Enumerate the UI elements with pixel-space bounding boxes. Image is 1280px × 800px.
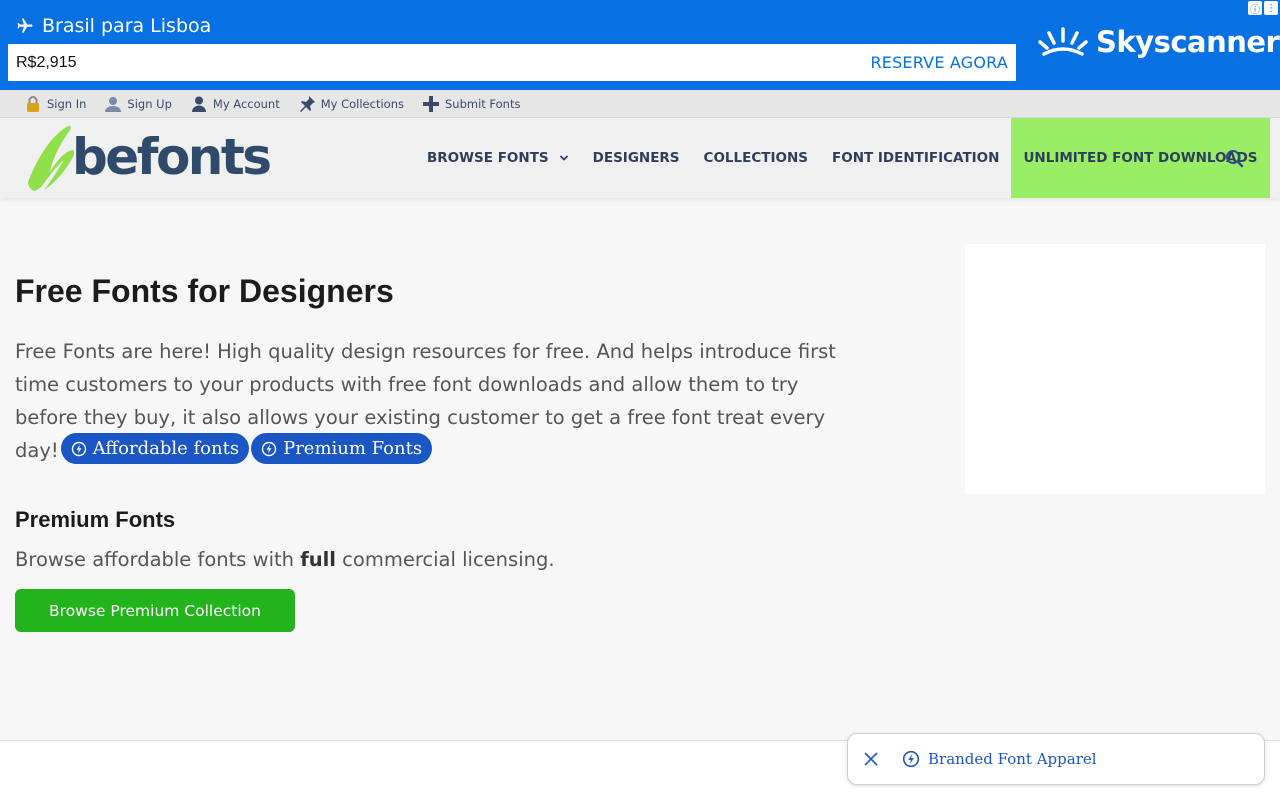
browse-premium-button[interactable]: Browse Premium Collection: [15, 589, 295, 632]
premium-fonts-label: Premium Fonts: [283, 438, 423, 459]
nav-designers[interactable]: DESIGNERS: [581, 118, 692, 198]
intro-paragraph: Free Fonts are here! High quality design…: [15, 335, 845, 467]
plus-icon: [422, 95, 439, 112]
section-text-bold: full: [300, 548, 336, 571]
my-collections-label: My Collections: [320, 96, 404, 111]
chevron-down-icon: [559, 155, 568, 161]
pin-icon: [299, 95, 315, 112]
my-account-link[interactable]: My Account: [190, 95, 280, 113]
sign-up-link[interactable]: Sign Up: [104, 95, 172, 113]
user-icon: [191, 96, 206, 112]
ad-title[interactable]: Brasil para Lisboa: [16, 13, 211, 39]
account-bar: Sign In Sign Up My Account My Collection…: [0, 90, 1280, 118]
search-icon[interactable]: [1222, 146, 1248, 172]
bolt-circle-icon: [902, 750, 920, 768]
nav-browse-fonts[interactable]: BROWSE FONTS: [415, 118, 581, 198]
sidebar-ad-slot: [965, 244, 1265, 494]
plane-icon: [17, 18, 33, 33]
sunrise-icon: [1038, 27, 1088, 56]
section-text-before: Browse affordable fonts with: [15, 548, 301, 571]
section-title: Premium Fonts: [15, 507, 176, 532]
ad-brand-logo[interactable]: Skyscanner: [1038, 24, 1280, 60]
submit-fonts-link[interactable]: Submit Fonts: [422, 95, 520, 113]
ad-title-text: Brasil para Lisboa: [42, 15, 212, 37]
ad-banner[interactable]: Brasil para Lisboa R$2,915 RESERVE AGORA…: [0, 0, 1280, 90]
my-account-label: My Account: [212, 96, 280, 111]
ad-offer-box[interactable]: R$2,915 RESERVE AGORA: [8, 44, 1016, 81]
logo-text: befonts: [72, 128, 272, 186]
branded-apparel-toast[interactable]: Branded Font Apparel: [847, 733, 1265, 785]
nav-font-identification[interactable]: FONT IDENTIFICATION: [820, 118, 1011, 198]
affordable-fonts-label: Affordable fonts: [92, 438, 240, 459]
my-collections-link[interactable]: My Collections: [298, 95, 404, 113]
bolt-circle-icon: [71, 441, 86, 456]
sign-in-label: Sign In: [47, 96, 87, 111]
sign-in-link[interactable]: Sign In: [24, 95, 86, 113]
affordable-fonts-button[interactable]: Affordable fonts: [60, 433, 250, 464]
submit-fonts-label: Submit Fonts: [444, 96, 521, 111]
ad-info-icon[interactable]: ⓘ: [1248, 1, 1262, 16]
site-header: befonts BROWSE FONTS DESIGNERS COLLECTIO…: [0, 118, 1280, 198]
lock-icon: [27, 95, 39, 112]
section-text: Browse affordable fonts with full commer…: [15, 548, 555, 571]
main-nav: BROWSE FONTS DESIGNERS COLLECTIONS FONT …: [415, 118, 1270, 198]
ad-reserve-button[interactable]: RESERVE AGORA: [870, 53, 1008, 72]
ad-menu-icon[interactable]: ⋮: [1264, 1, 1278, 15]
nav-collections[interactable]: COLLECTIONS: [692, 118, 820, 198]
close-icon[interactable]: [862, 750, 880, 768]
ad-price: R$2,915: [16, 53, 77, 71]
page-title: Free Fonts for Designers: [15, 273, 394, 309]
premium-fonts-button[interactable]: Premium Fonts: [251, 433, 433, 464]
site-logo[interactable]: befonts: [24, 122, 272, 194]
user-add-icon: [105, 96, 122, 112]
nav-browse-fonts-label: BROWSE FONTS: [427, 150, 549, 166]
sign-up-label: Sign Up: [127, 96, 172, 111]
bolt-circle-icon: [261, 441, 277, 456]
ad-brand-name: Skyscanner: [1096, 25, 1280, 59]
toast-label[interactable]: Branded Font Apparel: [928, 750, 1097, 768]
section-text-after: commercial licensing.: [335, 548, 555, 571]
ad-choices[interactable]: ⓘ ⋮: [1248, 1, 1278, 16]
